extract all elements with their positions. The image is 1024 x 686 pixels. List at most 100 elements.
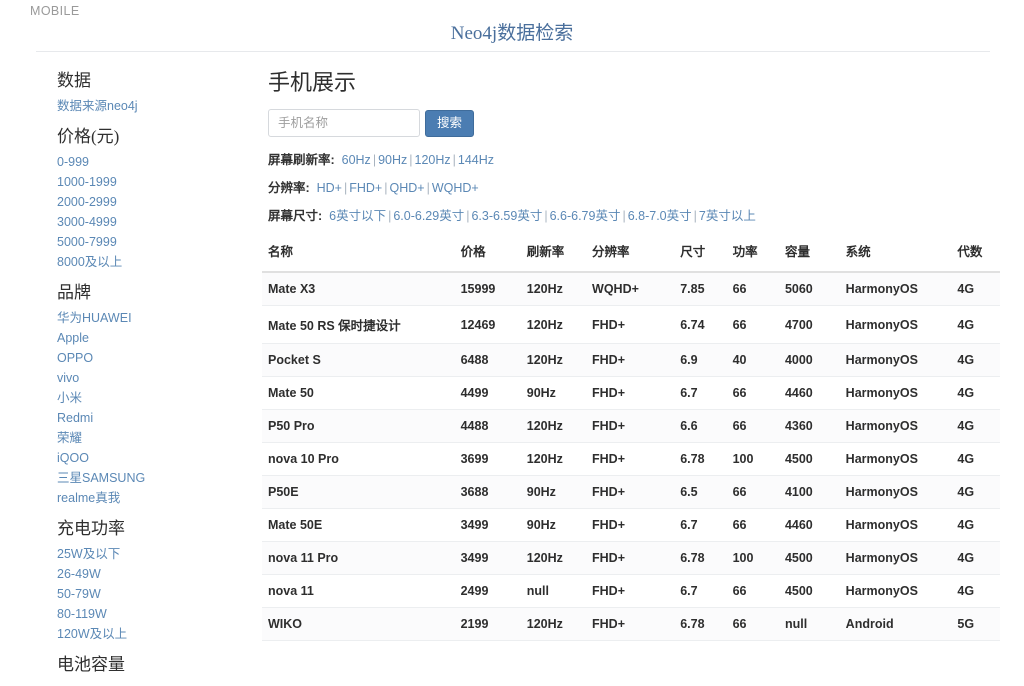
phone-table: 名称 价格 刷新率 分辨率 尺寸 功率 容量 系统 代数 Mate X3 15999 120Hz WQ… xyxy=(262,235,1000,641)
table-column-header: 代数 xyxy=(951,235,1000,273)
sidebar-group: 品牌 华为HUAWEI Apple OPPO vivo 小米 Redmi 荣耀 iQOO 三星SA… xyxy=(57,282,262,508)
table-row[interactable]: nova 11 2499 null FHD+ 6.7 66 4500 HarmonyOS 4G xyxy=(262,574,1000,608)
sidebar-link[interactable]: 5000-7999 xyxy=(57,232,262,252)
table-column-header: 功率 xyxy=(726,235,779,273)
filter-option[interactable]: 144Hz xyxy=(458,153,494,167)
search-button[interactable]: 搜索 xyxy=(425,109,475,137)
sidebar-group: 充电功率 25W及以下 26-49W 50-79W 80-119W 120W及以上 xyxy=(57,518,262,644)
sidebar-link[interactable]: 120W及以上 xyxy=(57,624,262,644)
filter-option[interactable]: 120Hz xyxy=(415,153,451,167)
page-title: 手机展示 xyxy=(268,70,357,95)
sidebar-link[interactable]: iQOO xyxy=(57,448,262,468)
filter-option[interactable]: 6.8-7.0英寸 xyxy=(628,209,692,223)
table-cell: 4100 xyxy=(778,475,840,509)
sidebar-link[interactable]: vivo xyxy=(57,368,262,388)
table-cell: Mate 50E xyxy=(262,508,455,542)
sidebar-link[interactable]: 80-119W xyxy=(57,604,262,624)
table-cell: 6.78 xyxy=(674,607,727,641)
table-header: 名称 价格 刷新率 分辨率 尺寸 功率 容量 系统 代数 xyxy=(262,235,1000,273)
table-cell: 4G xyxy=(951,305,1000,344)
table-cell: 4G xyxy=(951,574,1000,608)
table-cell: 4500 xyxy=(778,574,840,608)
sidebar-link[interactable]: realme真我 xyxy=(57,488,262,508)
sidebar-link[interactable]: 华为HUAWEI xyxy=(57,308,262,328)
table-row[interactable]: Pocket S 6488 120Hz FHD+ 6.9 40 4000 HarmonyOS 4… xyxy=(262,343,1000,377)
table-cell: 4700 xyxy=(778,305,840,344)
table-cell: 3499 xyxy=(454,508,521,542)
table-cell: 3699 xyxy=(454,442,521,476)
table-cell: FHD+ xyxy=(586,508,675,542)
table-cell: 6.74 xyxy=(674,305,727,344)
navbar-brand[interactable]: MOBILE xyxy=(30,0,80,19)
table-cell: 2499 xyxy=(454,574,521,608)
sidebar-link[interactable]: 1000-1999 xyxy=(57,172,262,192)
filter-option[interactable]: 6英寸以下 xyxy=(329,209,386,223)
table-cell: HarmonyOS xyxy=(839,541,952,575)
table-cell: 7.85 xyxy=(674,272,727,306)
filter-option[interactable]: 6.6-6.79英寸 xyxy=(550,209,621,223)
table-cell: FHD+ xyxy=(586,305,675,344)
table-cell: FHD+ xyxy=(586,343,675,377)
filter-option[interactable]: QHD+ xyxy=(389,181,424,195)
sidebar-link[interactable]: 50-79W xyxy=(57,584,262,604)
sidebar-link[interactable]: 小米 xyxy=(57,388,262,408)
sidebar-link[interactable]: 0-999 xyxy=(57,152,262,172)
filter-option[interactable]: 6.3-6.59英寸 xyxy=(471,209,542,223)
filter-option[interactable]: WQHD+ xyxy=(432,181,479,195)
sidebar-link[interactable]: OPPO xyxy=(57,348,262,368)
table-cell: HarmonyOS xyxy=(839,508,952,542)
table-row[interactable]: P50E 3688 90Hz FHD+ 6.5 66 4100 HarmonyOS 4G xyxy=(262,475,1000,509)
table-cell: FHD+ xyxy=(586,574,675,608)
table-row[interactable]: nova 11 Pro 3499 120Hz FHD+ 6.78 100 4500 Harmo… xyxy=(262,541,1000,575)
table-row[interactable]: Mate 50 4499 90Hz FHD+ 6.7 66 4460 HarmonyOS 4G xyxy=(262,376,1000,410)
sidebar-link[interactable]: 25W及以下 xyxy=(57,544,262,564)
table-cell: HarmonyOS xyxy=(839,442,952,476)
table-cell: 4000 xyxy=(778,343,840,377)
table-row[interactable]: Mate X3 15999 120Hz WQHD+ 7.85 66 5060 HarmonyO… xyxy=(262,272,1000,306)
sidebar-link[interactable]: Apple xyxy=(57,328,262,348)
table-cell: FHD+ xyxy=(586,475,675,509)
sidebar-group: 电池容量 xyxy=(57,654,262,676)
sidebar: 数据 数据来源neo4j 价格(元) 0-999 1000-1999 2000-2999 3… xyxy=(0,70,262,686)
filter-option[interactable]: FHD+ xyxy=(349,181,382,195)
sidebar-link[interactable]: 8000及以上 xyxy=(57,252,262,272)
table-row[interactable]: WIKO 2199 120Hz FHD+ 6.78 66 null Android 5G xyxy=(262,607,1000,641)
sidebar-link[interactable]: 三星SAMSUNG xyxy=(57,468,262,488)
table-cell: 6.78 xyxy=(674,442,727,476)
sidebar-link[interactable]: 数据来源neo4j xyxy=(57,96,262,116)
filter-option[interactable]: HD+ xyxy=(317,181,342,195)
table-cell: 66 xyxy=(726,376,779,410)
table-cell: 4499 xyxy=(454,376,521,410)
sidebar-link[interactable]: 26-49W xyxy=(57,564,262,584)
table-cell: FHD+ xyxy=(586,376,675,410)
filter-option[interactable]: 7英寸以上 xyxy=(699,209,756,223)
search-input[interactable] xyxy=(268,109,420,137)
site-title: Neo4j数据检索 xyxy=(450,23,574,44)
table-cell: nova 10 Pro xyxy=(262,442,455,476)
sidebar-group-title: 价格(元) xyxy=(57,127,120,146)
sidebar-group-title: 电池容量 xyxy=(57,655,125,674)
table-row[interactable]: Mate 50E 3499 90Hz FHD+ 6.7 66 4460 HarmonyOS 4G xyxy=(262,508,1000,542)
table-cell: 4500 xyxy=(778,541,840,575)
filter-row: 分辨率: HD+ | FHD+ | QHD+ | WQHD+ xyxy=(262,179,1000,197)
table-row[interactable]: P50 Pro 4488 120Hz FHD+ 6.6 66 4360 HarmonyOS 4G xyxy=(262,409,1000,443)
top-navbar: MOBILE xyxy=(0,0,1024,22)
table-cell: 100 xyxy=(726,541,779,575)
table-cell: 4G xyxy=(951,376,1000,410)
table-cell: 15999 xyxy=(454,272,521,306)
filter-option[interactable]: 60Hz xyxy=(342,153,371,167)
table-cell: 90Hz xyxy=(520,508,587,542)
filter-option[interactable]: 6.0-6.29英寸 xyxy=(393,209,464,223)
table-column-header: 尺寸 xyxy=(674,235,727,273)
filter-option[interactable]: 90Hz xyxy=(378,153,407,167)
sidebar-link[interactable]: 荣耀 xyxy=(57,428,262,448)
sidebar-link[interactable]: 2000-2999 xyxy=(57,192,262,212)
table-row[interactable]: nova 10 Pro 3699 120Hz FHD+ 6.78 100 4500 Harmo… xyxy=(262,442,1000,476)
table-row[interactable]: Mate 50 RS 保时捷设计 12469 120Hz FHD+ 6.74 66 4700… xyxy=(262,305,1000,344)
sidebar-link[interactable]: 3000-4999 xyxy=(57,212,262,232)
filter-separator: | xyxy=(409,153,413,167)
sidebar-link[interactable]: Redmi xyxy=(57,408,262,428)
table-cell: 4G xyxy=(951,409,1000,443)
table-cell: HarmonyOS xyxy=(839,574,952,608)
table-cell: HarmonyOS xyxy=(839,343,952,377)
